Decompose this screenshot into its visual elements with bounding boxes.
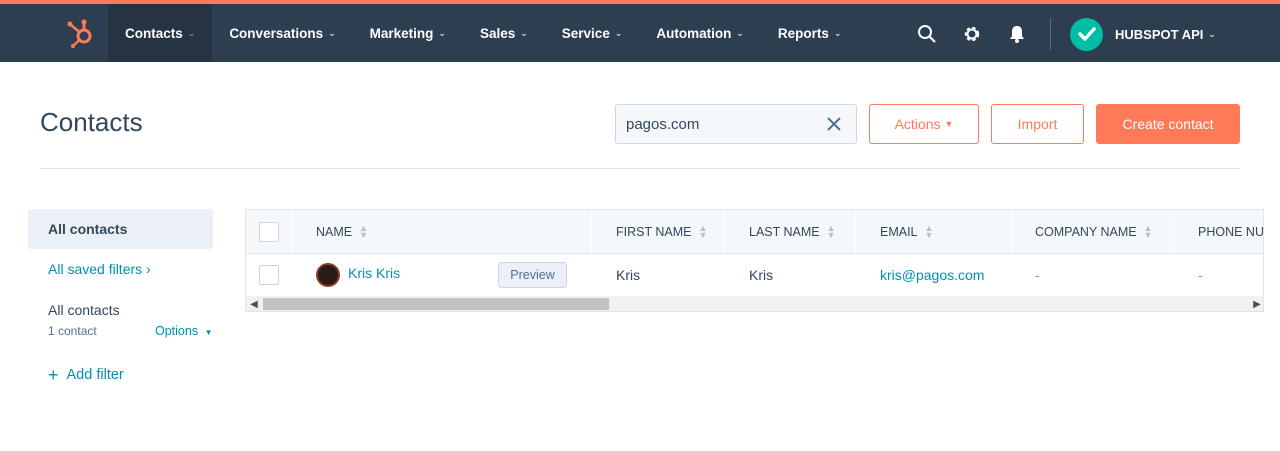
create-contact-label: Create contact: [1122, 116, 1214, 132]
page-title: Contacts: [40, 107, 143, 137]
nav-service-label: Service: [561, 25, 610, 41]
clear-search-icon[interactable]: [826, 116, 842, 132]
import-button[interactable]: Import: [991, 104, 1084, 144]
add-filter-button[interactable]: + Add filter: [48, 366, 124, 384]
column-separator: [855, 210, 856, 254]
table-header: NAME ▲ ▼ FIRST NAME ▲ ▼ LAST NAME ▲ ▼ EMAIL…: [246, 210, 1264, 254]
nav-marketing[interactable]: Marketing ⌄: [353, 4, 463, 62]
sort-icon: ▲ ▼: [698, 222, 708, 240]
column-separator: [291, 210, 292, 254]
select-all-checkbox[interactable]: [259, 222, 279, 242]
cell-first-name: Kris: [616, 267, 641, 283]
options-dropdown[interactable]: Options ▼: [155, 324, 213, 338]
add-filter-label: Add filter: [66, 367, 124, 383]
sort-icon: ▲ ▼: [826, 222, 836, 240]
column-header-last-name[interactable]: LAST NAME ▲ ▼: [749, 210, 836, 254]
column-header-label: LAST NAME: [749, 225, 820, 239]
column-separator: [724, 210, 725, 254]
checkmark-icon: [1077, 27, 1096, 41]
caret-down-icon: ▼: [204, 328, 213, 337]
column-header-first-name[interactable]: FIRST NAME ▲ ▼: [616, 210, 707, 254]
chevron-down-icon: ⌄: [614, 27, 623, 38]
contacts-table: NAME ▲ ▼ FIRST NAME ▲ ▼ LAST NAME ▲ ▼ EMAIL…: [245, 209, 1264, 312]
chevron-down-icon: ⌄: [520, 27, 528, 38]
column-header-label: PHONE NUMBER: [1198, 225, 1264, 239]
scroll-left-arrow-icon[interactable]: ◀: [246, 296, 262, 311]
nav-automation[interactable]: Automation ⌄: [639, 4, 761, 62]
nav-marketing-label: Marketing: [369, 25, 434, 41]
chevron-down-icon: ⌄: [736, 27, 744, 38]
column-header-name[interactable]: NAME ▲ ▼: [316, 210, 368, 254]
bell-icon[interactable]: [1007, 24, 1027, 44]
search-icon[interactable]: [917, 24, 937, 44]
view-count: 1 contact: [48, 324, 97, 338]
preview-label: Preview: [510, 268, 555, 282]
create-contact-button[interactable]: Create contact: [1096, 104, 1240, 144]
contact-avatar: [316, 263, 340, 287]
account-avatar: [1070, 17, 1103, 51]
nav-contacts[interactable]: Contacts ⌄: [108, 4, 213, 62]
nav-conversations[interactable]: Conversations ⌄: [212, 4, 352, 62]
cell-company: -: [1035, 267, 1040, 283]
chevron-down-icon: ⌄: [187, 27, 196, 38]
sort-icon: ▲ ▼: [359, 222, 369, 240]
caret-down-icon: ▼: [944, 119, 954, 129]
all-saved-filters-link[interactable]: All saved filters ›: [48, 261, 151, 277]
nav-divider: [1050, 18, 1051, 50]
table-row[interactable]: Kris Kris Preview Kris Kris kris@pagos.c…: [246, 252, 1263, 296]
sidebar-all-contacts-label: All contacts: [48, 221, 128, 237]
column-separator: [1011, 210, 1012, 254]
plus-icon: +: [48, 365, 59, 385]
hubspot-logo-icon[interactable]: [66, 18, 94, 48]
scroll-right-arrow-icon[interactable]: ▶: [1249, 296, 1263, 311]
chevron-down-icon: ⌄: [833, 27, 842, 38]
nav-conversations-label: Conversations: [229, 25, 324, 41]
column-header-company-name[interactable]: COMPANY NAME ▲ ▼: [1035, 210, 1153, 254]
sort-icon: ▲ ▼: [924, 222, 934, 240]
preview-button[interactable]: Preview: [498, 262, 567, 288]
column-separator: [1173, 210, 1174, 254]
import-label: Import: [1017, 116, 1058, 132]
saved-filters-label: All saved filters: [48, 261, 143, 277]
nav-reports[interactable]: Reports ⌄: [761, 4, 859, 62]
horizontal-scrollbar[interactable]: ◀ ▶: [246, 296, 1263, 311]
account-name: HUBSPOT API: [1115, 26, 1204, 42]
contact-name-link[interactable]: Kris Kris: [348, 252, 400, 294]
top-navigation-bar: Contacts ⌄ Conversations ⌄ Marketing ⌄ S…: [0, 0, 1280, 62]
current-view-name: All contacts: [48, 302, 120, 318]
sidebar-all-contacts[interactable]: All contacts: [28, 209, 213, 249]
column-separator: [591, 210, 592, 254]
actions-button[interactable]: Actions ▼: [869, 104, 979, 144]
cell-phone: -: [1198, 267, 1203, 283]
nav-service[interactable]: Service ⌄: [545, 4, 640, 62]
cell-email-link[interactable]: kris@pagos.com: [880, 254, 984, 296]
actions-label: Actions: [894, 116, 941, 132]
sort-icon: ▲ ▼: [1143, 222, 1153, 240]
row-checkbox[interactable]: [259, 265, 279, 285]
column-header-label: NAME: [316, 225, 353, 239]
search-value: pagos.com: [626, 115, 700, 133]
chevron-down-icon: ⌄: [328, 27, 336, 38]
search-input[interactable]: pagos.com: [615, 104, 857, 144]
scrollbar-thumb[interactable]: [263, 298, 609, 310]
nav-sales[interactable]: Sales ⌄: [463, 4, 545, 62]
main-nav: Contacts ⌄ Conversations ⌄ Marketing ⌄ S…: [108, 4, 858, 62]
nav-automation-label: Automation: [656, 25, 732, 41]
chevron-down-icon: ⌄: [1208, 28, 1216, 39]
nav-contacts-label: Contacts: [125, 25, 183, 41]
nav-reports-label: Reports: [777, 25, 829, 41]
column-header-email[interactable]: EMAIL ▲ ▼: [880, 210, 933, 254]
cell-last-name: Kris: [749, 267, 774, 283]
column-header-label: EMAIL: [880, 225, 918, 239]
header-divider: [40, 168, 1240, 169]
chevron-right-icon: ›: [146, 261, 151, 277]
gear-icon[interactable]: [962, 24, 982, 44]
column-header-label: FIRST NAME: [616, 225, 692, 239]
account-menu[interactable]: HUBSPOT API ⌄: [1070, 17, 1216, 51]
column-header-label: COMPANY NAME: [1035, 225, 1137, 239]
nav-sales-label: Sales: [479, 25, 516, 41]
column-header-phone-number[interactable]: PHONE NUMBER: [1198, 210, 1264, 254]
chevron-down-icon: ⌄: [438, 27, 446, 38]
options-label: Options: [155, 324, 199, 338]
